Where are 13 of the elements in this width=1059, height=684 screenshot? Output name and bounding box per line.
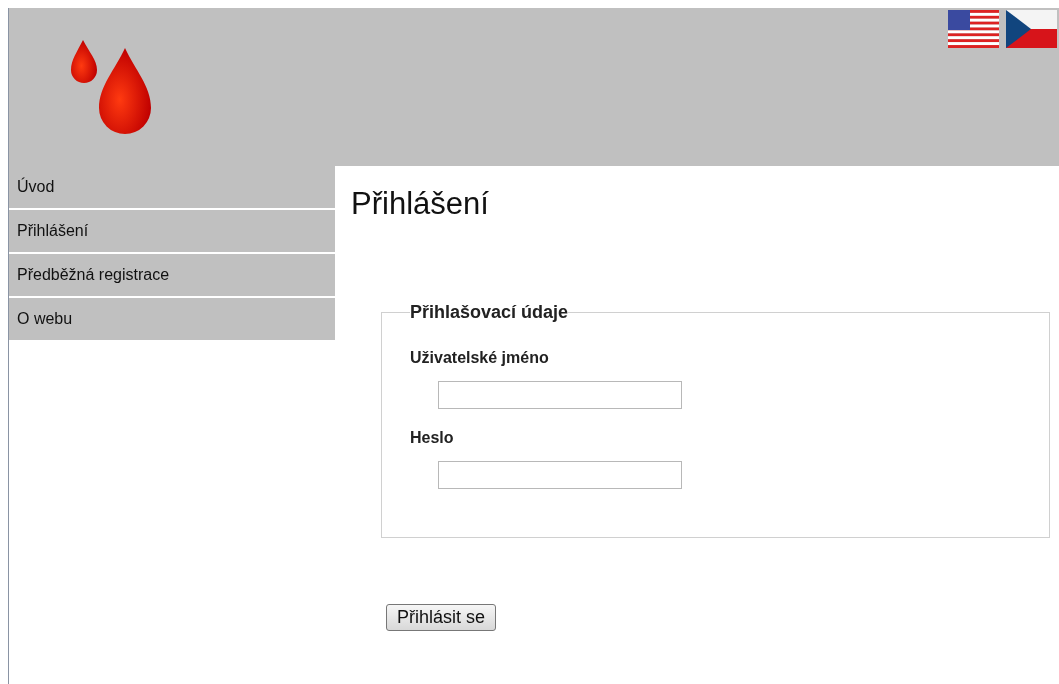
us-flag-icon[interactable]: [948, 10, 999, 48]
input-field[interactable]: [438, 461, 682, 489]
czech-flag-icon[interactable]: [1006, 10, 1057, 48]
menu-item[interactable]: Úvod: [9, 166, 335, 208]
login-button[interactable]: Přihlásit se: [386, 604, 497, 631]
menu-item[interactable]: O webu: [9, 298, 335, 340]
fieldset-legend: Přihlašovací údaje: [410, 302, 569, 323]
field-label: Heslo: [410, 429, 455, 447]
field-label: Uživatelské jméno: [410, 349, 550, 367]
menu-item[interactable]: Předběžná registrace: [9, 254, 335, 296]
menu-item[interactable]: Přihlášení: [9, 210, 335, 252]
page-title: Přihlášení: [351, 186, 490, 222]
input-field[interactable]: [438, 381, 682, 409]
